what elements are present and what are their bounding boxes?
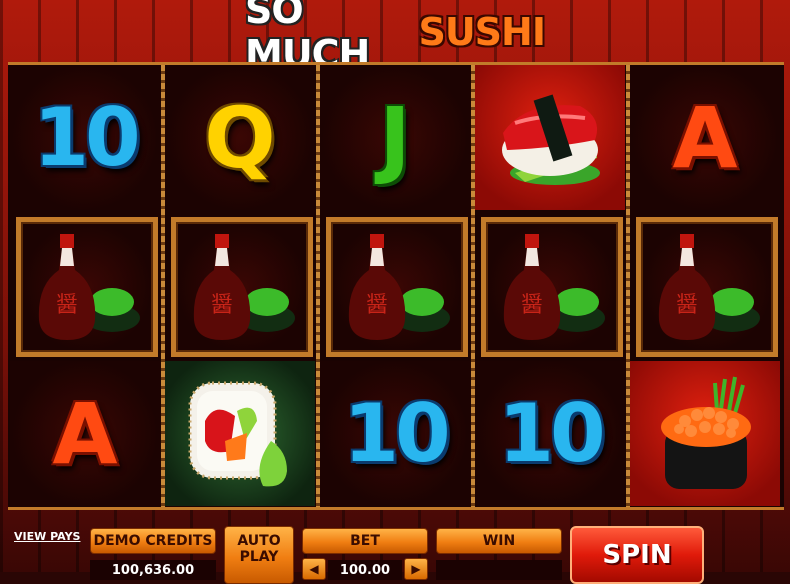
reel-cell bbox=[630, 361, 780, 506]
reel-cell: A bbox=[10, 361, 160, 506]
demo-credits-value: 100,636.00 bbox=[90, 560, 216, 580]
control-bar: VIEW PAYS DEMO CREDITS 100,636.00 AUTO P… bbox=[0, 512, 790, 584]
maki-roll-icon bbox=[188, 381, 287, 487]
autoplay-button[interactable]: AUTO PLAY bbox=[224, 526, 294, 584]
reel-cell bbox=[165, 361, 315, 506]
bet-value: 100.00 bbox=[328, 560, 402, 580]
reel-cell: 醤 bbox=[16, 217, 158, 357]
ace-icon: A bbox=[52, 384, 118, 483]
arrow-left-icon: ◀ bbox=[309, 562, 319, 576]
soy-sauce-wasabi-icon: 醤 bbox=[503, 233, 605, 340]
svg-text:醤: 醤 bbox=[521, 293, 543, 318]
soy-sauce-wasabi-icon: 醤 bbox=[38, 233, 140, 340]
reel-cell: 10 bbox=[475, 361, 625, 506]
ten-icon: 10 bbox=[343, 386, 450, 480]
soy-sauce-wasabi-icon: 醤 bbox=[193, 233, 295, 340]
soy-sauce-wasabi-icon: 醤 bbox=[658, 233, 760, 340]
svg-text:醤: 醤 bbox=[676, 293, 698, 318]
logo-word-2: SUSHI bbox=[418, 10, 546, 54]
reel-cell: 醤 bbox=[481, 217, 623, 357]
reel-cell: J bbox=[320, 65, 470, 210]
reel-cell: 10 bbox=[320, 361, 470, 506]
reels-area: 10 Q J A 醤 醤 醤 醤 醤 A 10 10 bbox=[8, 62, 784, 510]
reel-cell: 醤 bbox=[326, 217, 468, 357]
reel-cell: 10 bbox=[10, 65, 160, 210]
autoplay-label-1: AUTO bbox=[237, 533, 281, 549]
soy-sauce-wasabi-icon: 醤 bbox=[348, 233, 450, 340]
spin-button[interactable]: SPIN bbox=[570, 526, 704, 584]
bet-decrease-button[interactable]: ◀ bbox=[302, 558, 326, 580]
reel-cell bbox=[475, 65, 625, 210]
svg-text:醤: 醤 bbox=[366, 293, 388, 318]
svg-text:醤: 醤 bbox=[211, 293, 233, 318]
win-label: WIN bbox=[436, 528, 562, 554]
reel-cell: 醤 bbox=[171, 217, 313, 357]
ten-icon: 10 bbox=[498, 386, 605, 480]
salmon-roe-gunkan-icon bbox=[661, 376, 751, 489]
view-pays-link[interactable]: VIEW PAYS bbox=[14, 530, 80, 543]
reel-cell: 醤 bbox=[636, 217, 778, 357]
autoplay-label-2: PLAY bbox=[239, 549, 279, 565]
jack-icon: J bbox=[379, 88, 411, 187]
reel-cell: A bbox=[630, 65, 780, 210]
bet-increase-button[interactable]: ▶ bbox=[404, 558, 428, 580]
reel-cell: Q bbox=[165, 65, 315, 210]
svg-text:醤: 醤 bbox=[56, 293, 78, 318]
win-value bbox=[436, 560, 562, 580]
nigiri-sushi-icon bbox=[502, 93, 600, 185]
arrow-right-icon: ▶ bbox=[411, 562, 421, 576]
ace-icon: A bbox=[672, 88, 738, 187]
demo-credits-label: DEMO CREDITS bbox=[90, 528, 216, 554]
ten-icon: 10 bbox=[33, 90, 140, 184]
queen-icon: Q bbox=[204, 88, 276, 187]
game-logo: SO MUCH SUSHI bbox=[245, 0, 546, 76]
bet-label: BET bbox=[302, 528, 428, 554]
